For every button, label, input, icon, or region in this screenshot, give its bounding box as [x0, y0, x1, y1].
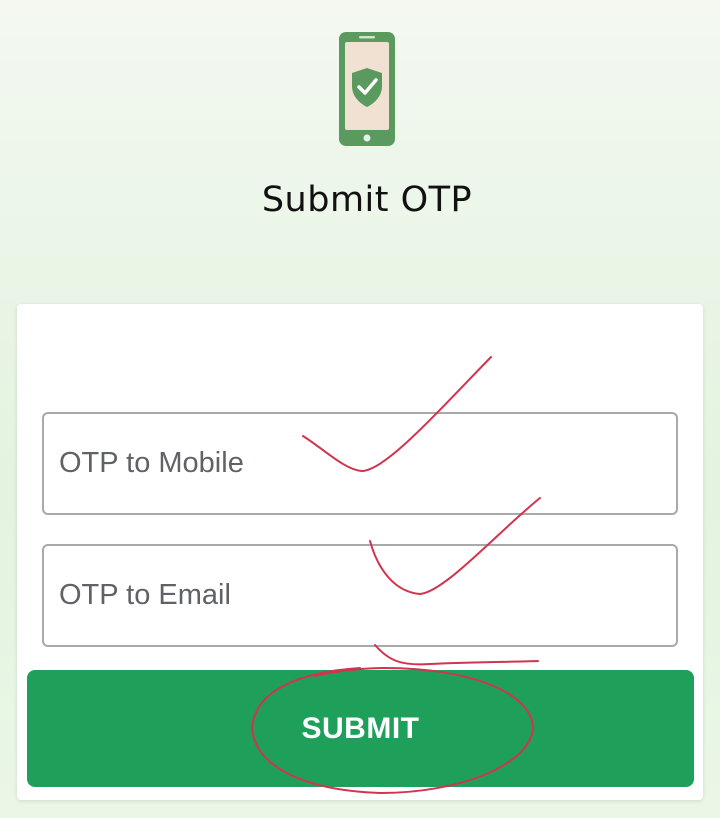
- page-title: Submit OTP: [261, 180, 473, 220]
- phone-shield-check-icon: [339, 32, 395, 146]
- submit-button[interactable]: SUBMIT: [27, 670, 694, 787]
- otp-mobile-input[interactable]: [42, 412, 678, 515]
- otp-email-input[interactable]: [42, 544, 678, 647]
